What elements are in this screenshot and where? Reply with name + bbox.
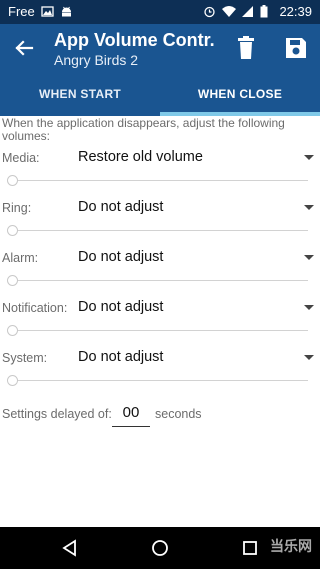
volume-label: Ring: xyxy=(2,201,32,215)
battery-icon xyxy=(260,5,273,18)
volume-slider-thumb[interactable] xyxy=(7,375,18,386)
app-title: App Volume Contr... xyxy=(54,30,214,50)
volume-slider-track[interactable] xyxy=(12,180,308,181)
volume-row-ring: Ring: Do not adjust xyxy=(0,199,320,249)
delay-unit-label: seconds xyxy=(155,407,202,421)
volume-slider-thumb[interactable] xyxy=(7,325,18,336)
app-subtitle: Angry Birds 2 xyxy=(54,52,139,68)
dropdown-arrow-icon[interactable] xyxy=(304,255,314,260)
volume-slider-track[interactable] xyxy=(12,380,308,381)
volume-slider-thumb[interactable] xyxy=(7,175,18,186)
delay-label: Settings delayed of: xyxy=(2,407,112,421)
tab-when-start[interactable]: WHEN START xyxy=(0,72,160,116)
volume-label: Notification: xyxy=(2,301,68,315)
volume-label: Alarm: xyxy=(2,251,39,265)
save-icon[interactable] xyxy=(282,34,310,62)
status-bar: Free 22:39 xyxy=(0,0,320,24)
volume-label: Media: xyxy=(2,151,40,165)
alarm-icon xyxy=(203,5,216,18)
home-circle-icon[interactable] xyxy=(150,538,170,558)
dropdown-arrow-icon[interactable] xyxy=(304,205,314,210)
signal-icon xyxy=(241,5,254,18)
back-arrow-icon[interactable] xyxy=(10,34,38,62)
carrier-label: Free xyxy=(8,4,35,19)
intro-text: When the application disappears, adjust … xyxy=(2,116,285,143)
volume-slider-thumb[interactable] xyxy=(7,225,18,236)
dropdown-arrow-icon[interactable] xyxy=(304,155,314,160)
volume-slider-thumb[interactable] xyxy=(7,275,18,286)
dropdown-arrow-icon[interactable] xyxy=(304,355,314,360)
back-triangle-icon[interactable] xyxy=(60,538,80,558)
wifi-icon xyxy=(222,5,237,18)
volume-row-alarm: Alarm: Do not adjust xyxy=(0,249,320,299)
tab-when-close[interactable]: WHEN CLOSE xyxy=(160,72,320,116)
recents-square-icon[interactable] xyxy=(240,538,260,558)
volume-slider-track[interactable] xyxy=(12,330,308,331)
image-icon xyxy=(41,5,54,18)
clock-time: 22:39 xyxy=(279,4,312,19)
volume-row-system: System: Do not adjust xyxy=(0,349,320,399)
watermark-logo: 当乐网 xyxy=(270,538,312,554)
delay-seconds-input[interactable]: 00 xyxy=(112,404,150,427)
volume-dropdown[interactable]: Restore old volume xyxy=(78,149,203,165)
volume-slider-track[interactable] xyxy=(12,280,308,281)
dropdown-arrow-icon[interactable] xyxy=(304,305,314,310)
volume-dropdown[interactable]: Do not adjust xyxy=(78,299,163,315)
tab-bar: WHEN START WHEN CLOSE xyxy=(0,72,320,116)
volume-dropdown[interactable]: Do not adjust xyxy=(78,199,163,215)
volume-label: System: xyxy=(2,351,48,365)
android-icon xyxy=(60,5,73,18)
volume-row-notification: Notification: Do not adjust xyxy=(0,299,320,349)
volume-slider-track[interactable] xyxy=(12,230,308,231)
delete-icon[interactable] xyxy=(232,34,260,62)
app-bar: App Volume Contr... Angry Birds 2 xyxy=(0,24,320,72)
volume-dropdown[interactable]: Do not adjust xyxy=(78,249,163,265)
navigation-bar: 当乐网 xyxy=(0,527,320,569)
volume-row-media: Media: Restore old volume xyxy=(0,149,320,199)
volume-dropdown[interactable]: Do not adjust xyxy=(78,349,163,365)
